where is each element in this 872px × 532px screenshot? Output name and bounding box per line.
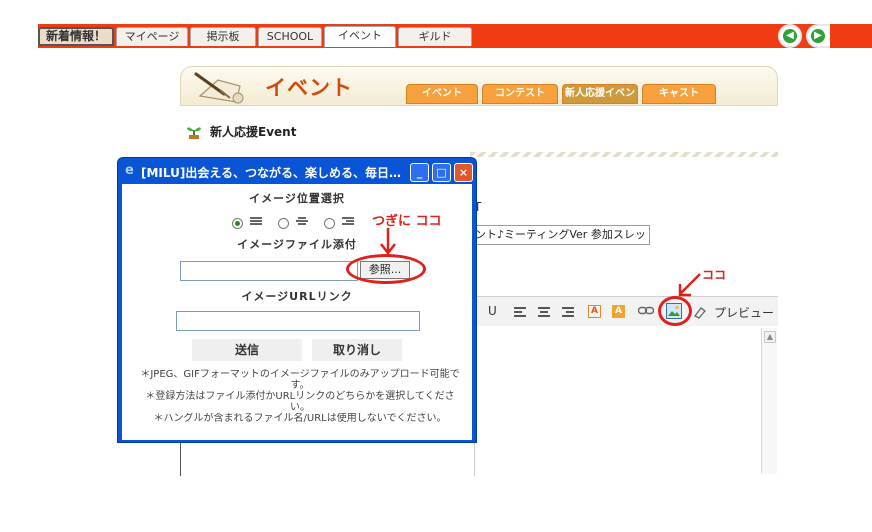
- subtab-contest[interactable]: コンテスト: [482, 84, 558, 104]
- dialog-title: [MILU]出会える、つながる、楽しめる、毎日…: [141, 166, 401, 180]
- cancel-button[interactable]: 取り消し: [312, 339, 402, 361]
- upload-notes: ＊JPEG、GIFフォーマットのイメージファイルのみアップロード可能です。 ＊登…: [136, 369, 464, 435]
- tab-school[interactable]: SCHOOL: [258, 27, 322, 46]
- align-left-icon: [250, 217, 262, 229]
- subtab-newcomer-event[interactable]: 新人応援イベント: [562, 84, 638, 117]
- align-left-icon[interactable]: [514, 306, 526, 318]
- section-title: 新人応援Event: [210, 125, 297, 139]
- highlight-color-icon[interactable]: A: [612, 305, 625, 318]
- preview-button[interactable]: プレビュー: [714, 304, 774, 321]
- editor-toolbar: U A A プレビュー: [474, 296, 778, 326]
- image-position-label: イメージ位置選択: [249, 192, 345, 205]
- down-arrow-icon: [380, 228, 396, 256]
- subject-input[interactable]: ント♪ミーティングVer 参加スレッ: [472, 225, 650, 245]
- close-button[interactable]: ×: [454, 163, 473, 182]
- minimize-button[interactable]: _: [410, 163, 429, 182]
- image-url-label: イメージURLリンク: [241, 290, 353, 303]
- content-left-border: [180, 440, 181, 476]
- submit-button[interactable]: 送信: [192, 339, 302, 361]
- forward-arrow-icon: ▶: [811, 29, 825, 43]
- position-right-radio[interactable]: [324, 218, 335, 229]
- editor-area[interactable]: [474, 326, 778, 476]
- align-center-icon[interactable]: [538, 306, 550, 318]
- tab-guild[interactable]: ギルド: [398, 27, 472, 46]
- position-center-radio[interactable]: [278, 218, 289, 229]
- align-right-icon: [342, 217, 354, 229]
- annotation-circle-image-button: [658, 296, 692, 326]
- link-icon[interactable]: [638, 306, 654, 316]
- scroll-quill-icon: [194, 72, 244, 104]
- tab-event[interactable]: イベント: [324, 26, 396, 47]
- tab-mypage[interactable]: マイページ: [116, 27, 188, 46]
- annotation-here: ココ: [702, 268, 727, 282]
- image-file-field[interactable]: [180, 261, 358, 281]
- eraser-icon[interactable]: [692, 305, 706, 319]
- top-nav-bar: 新着情報！ マイページ 掲示板 SCHOOL イベント ギルド ◀ ▶: [38, 24, 872, 48]
- image-file-label: イメージファイル添付: [237, 238, 357, 251]
- dialog-title-bar[interactable]: e [MILU]出会える、つながる、楽しめる、毎日… _ □ ×: [121, 160, 475, 184]
- image-upload-dialog: e [MILU]出会える、つながる、楽しめる、毎日… _ □ × イメージ位置選…: [117, 157, 477, 443]
- maximize-button[interactable]: □: [432, 163, 451, 182]
- underline-button[interactable]: U: [488, 304, 497, 318]
- editor-scrollbar[interactable]: ▲: [761, 328, 777, 474]
- forward-button[interactable]: ▶: [806, 24, 830, 48]
- font-color-icon[interactable]: A: [588, 305, 601, 318]
- tab-news[interactable]: 新着情報！: [38, 27, 114, 46]
- note-item: ＊登録方法はファイル添付かURLリンクのどちらかを選択してください。: [145, 391, 455, 413]
- image-url-field[interactable]: [176, 311, 420, 331]
- tab-board[interactable]: 掲示板: [190, 27, 256, 46]
- dashed-divider: [470, 152, 778, 157]
- event-page-title: イベント: [265, 76, 353, 100]
- align-center-icon: [296, 217, 308, 229]
- align-right-icon[interactable]: [562, 306, 574, 318]
- back-arrow-icon: ◀: [783, 29, 797, 43]
- note-item: ＊JPEG、GIFフォーマットのイメージファイルのみアップロード可能です。: [140, 369, 460, 391]
- subtab-cast[interactable]: キャスト: [642, 84, 716, 104]
- note-item: ＊ハングルが含まれるファイル名/URLは使用しないでください。: [153, 413, 447, 424]
- sprout-icon: [187, 127, 201, 139]
- subtab-event[interactable]: イベント: [406, 84, 478, 104]
- scroll-up-icon[interactable]: ▲: [764, 331, 776, 343]
- back-button[interactable]: ◀: [778, 24, 802, 48]
- position-left-radio[interactable]: [232, 218, 243, 229]
- annotation-circle-browse: [346, 254, 426, 284]
- browser-icon: e: [125, 163, 134, 178]
